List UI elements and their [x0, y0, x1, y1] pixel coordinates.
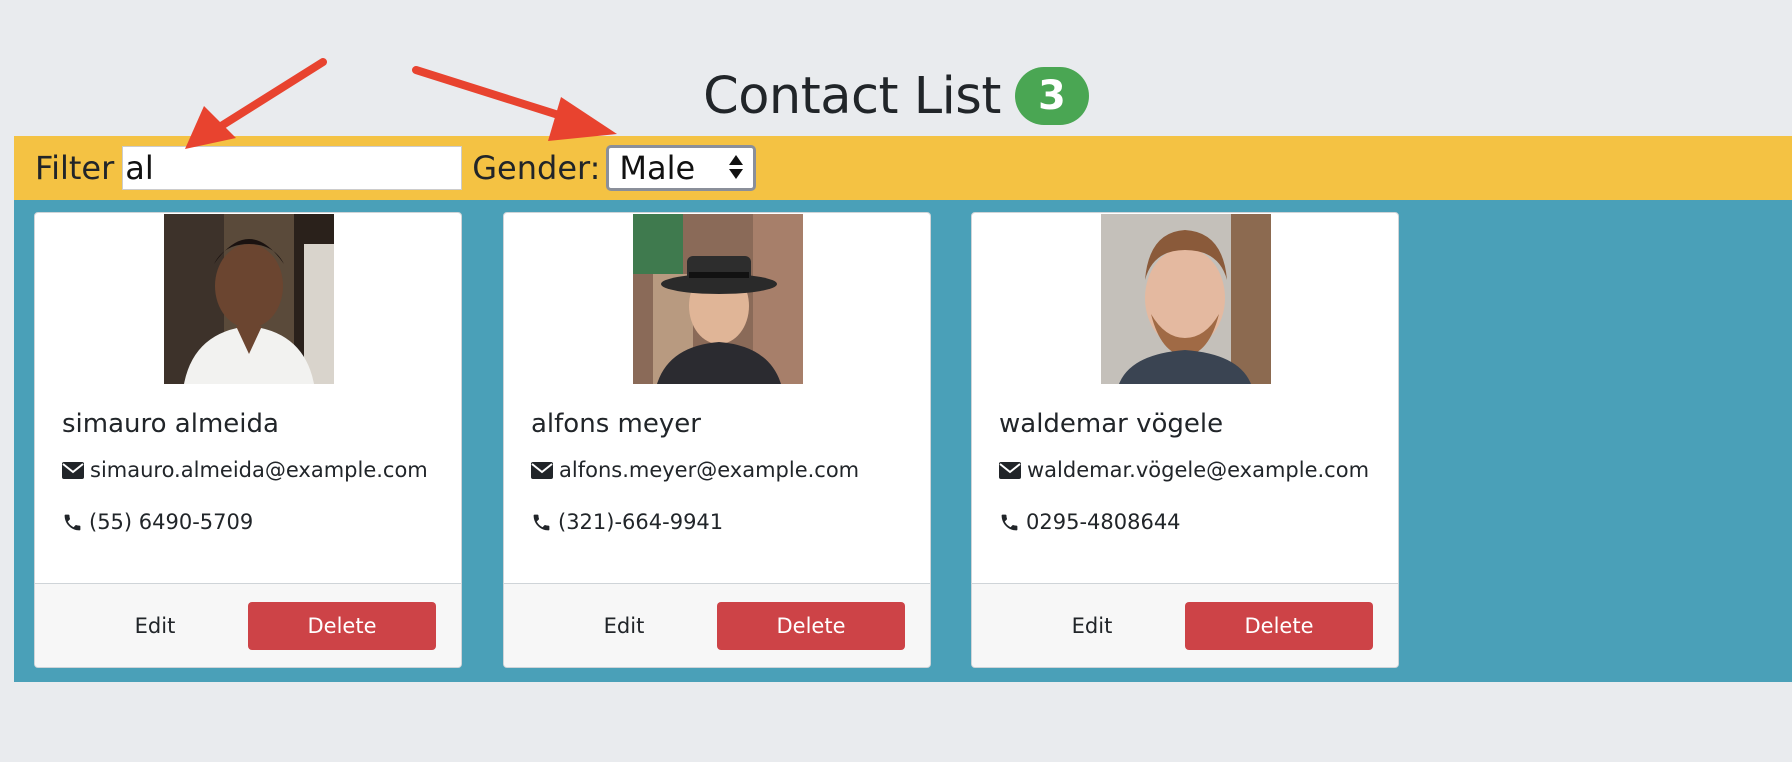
contact-phone: (321)-664-9941 [531, 510, 723, 534]
contact-list: simauro almeida simauro.almeida@example.… [14, 200, 1792, 682]
gender-select[interactable]: Male [606, 145, 757, 191]
contact-email-text: alfons.meyer@example.com [559, 458, 860, 482]
contact-phone-text: 0295-4808644 [1026, 510, 1181, 534]
contact-phone-text: (321)-664-9941 [558, 510, 724, 534]
envelope-icon [62, 461, 84, 479]
contact-avatar [633, 214, 803, 384]
filter-input[interactable] [122, 146, 463, 190]
edit-button[interactable]: Edit [95, 602, 215, 650]
page-title: Contact List [703, 66, 1001, 126]
contact-phone: (55) 6490-5709 [62, 510, 253, 534]
delete-button[interactable]: Delete [248, 602, 436, 650]
contact-count-badge: 3 [1014, 67, 1089, 125]
filter-bar: Filter Gender: Male [14, 136, 1792, 200]
contact-card: alfons meyer alfons.meyer@example.com (3… [503, 212, 931, 668]
phone-icon [64, 514, 81, 530]
delete-button[interactable]: Delete [717, 602, 905, 650]
edit-button[interactable]: Edit [1032, 602, 1152, 650]
envelope-icon [999, 461, 1021, 479]
phone-icon [533, 514, 550, 530]
contact-email: waldemar.vögele@example.com [999, 458, 1369, 482]
contact-email-text: waldemar.vögele@example.com [1027, 458, 1370, 482]
card-footer: Edit Delete [35, 583, 461, 667]
contact-email-text: simauro.almeida@example.com [90, 458, 428, 482]
card-footer: Edit Delete [504, 583, 930, 667]
contact-email: simauro.almeida@example.com [62, 458, 428, 482]
contact-card: waldemar vögele waldemar.vögele@example.… [971, 212, 1399, 668]
delete-button[interactable]: Delete [1185, 602, 1373, 650]
contact-avatar [164, 214, 334, 384]
contact-name: simauro almeida [62, 409, 279, 439]
sort-arrows-icon [729, 155, 744, 179]
contact-phone-text: (55) 6490-5709 [89, 510, 254, 534]
filter-label: Filter [35, 149, 115, 187]
envelope-icon [531, 461, 553, 479]
edit-button[interactable]: Edit [564, 602, 684, 650]
page-header: Contact List 3 [0, 58, 1792, 134]
contact-name: alfons meyer [531, 409, 701, 439]
contact-email: alfons.meyer@example.com [531, 458, 859, 482]
card-footer: Edit Delete [972, 583, 1398, 667]
contact-avatar [1101, 214, 1271, 384]
contact-card: simauro almeida simauro.almeida@example.… [34, 212, 462, 668]
contact-name: waldemar vögele [999, 409, 1224, 439]
gender-selected-value: Male [619, 149, 696, 187]
contact-phone: 0295-4808644 [999, 510, 1181, 534]
phone-icon [1001, 514, 1018, 530]
gender-label: Gender: [472, 149, 601, 187]
